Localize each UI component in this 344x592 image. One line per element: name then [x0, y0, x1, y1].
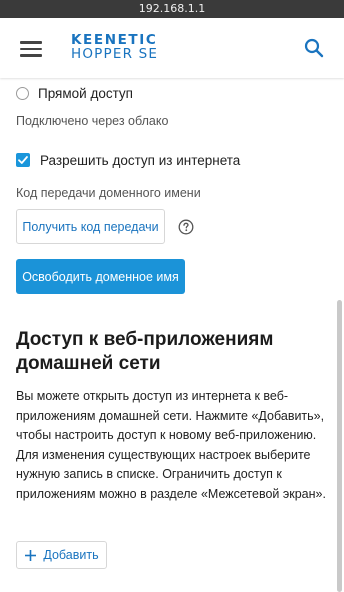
scrollbar[interactable]	[337, 300, 342, 592]
add-button[interactable]: Добавить	[16, 541, 107, 569]
release-domain-button[interactable]: Освободить доменное имя	[16, 259, 185, 294]
allow-internet-option[interactable]: Разрешить доступ из интернета	[16, 150, 240, 170]
logo-line1: KEENETIC	[71, 32, 158, 48]
direct-access-label: Прямой доступ	[38, 85, 133, 101]
direct-access-radio[interactable]	[16, 86, 29, 100]
logo[interactable]: KEENETIC HOPPER SE	[71, 33, 158, 61]
app-header: KEENETIC HOPPER SE	[0, 18, 344, 78]
help-icon[interactable]	[178, 219, 194, 235]
check-icon	[18, 156, 28, 164]
browser-url-bar[interactable]: 192.168.1.1	[0, 0, 344, 18]
cloud-status-text: Подключено через облако	[16, 114, 169, 128]
section-description: Вы можете открыть доступ из интернета к …	[16, 389, 326, 501]
plus-icon	[25, 549, 37, 561]
section-title: Доступ к веб-приложениям домашней сети	[16, 329, 274, 374]
transfer-code-label: Код передачи доменного имени	[16, 186, 201, 200]
allow-internet-label: Разрешить доступ из интернета	[40, 152, 241, 168]
main-content: Прямой доступ Подключено через облако Ра…	[0, 78, 344, 592]
get-transfer-code-button[interactable]: Получить код передачи	[16, 209, 165, 244]
menu-icon[interactable]	[20, 41, 42, 57]
search-icon[interactable]	[304, 38, 324, 58]
logo-line2: HOPPER SE	[71, 46, 159, 62]
direct-access-option[interactable]: Прямой доступ	[16, 82, 133, 104]
allow-internet-checkbox[interactable]	[16, 153, 30, 167]
add-button-label: Добавить	[43, 548, 99, 562]
